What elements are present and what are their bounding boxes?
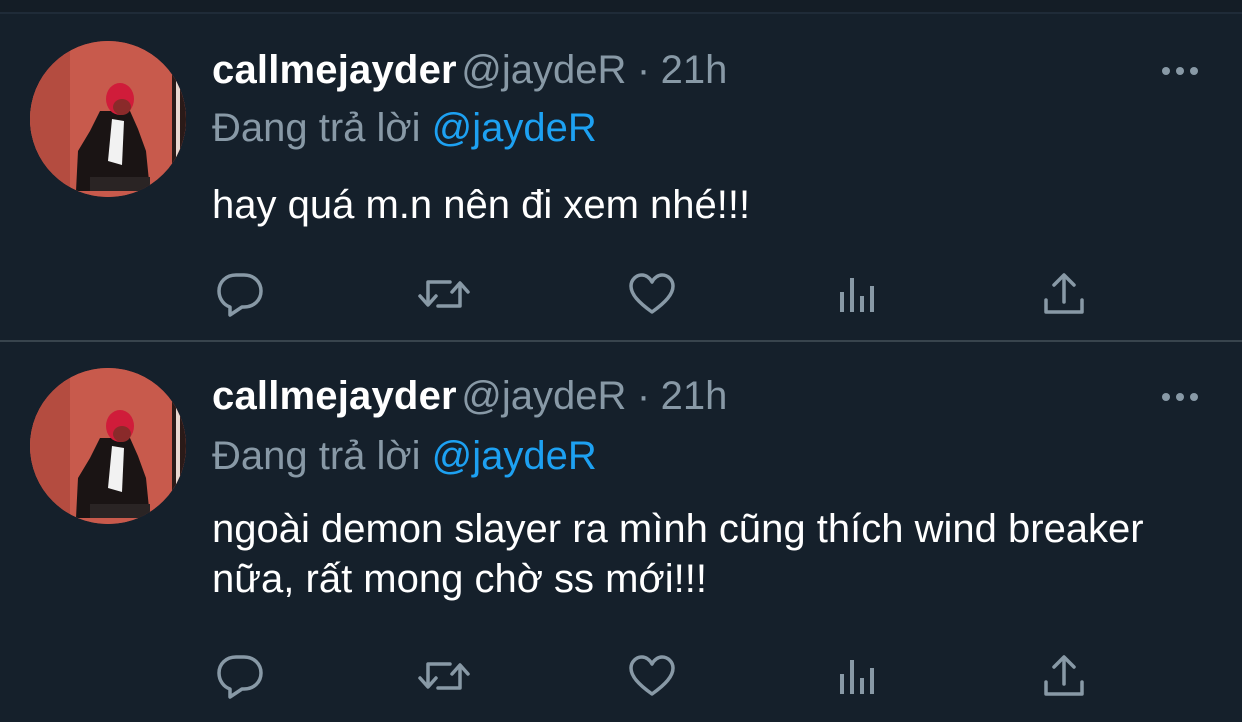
replying-to: Đang trả lời @jaydeR <box>212 434 597 479</box>
tweet[interactable]: callmejayder @jaydeR · 21h Đang trả lời … <box>0 342 1242 722</box>
share-button[interactable] <box>1036 648 1092 704</box>
separator: · <box>636 374 651 418</box>
tweet-header: callmejayder @jaydeR · 21h <box>212 374 727 424</box>
heart-icon <box>628 272 676 316</box>
share-icon <box>1042 272 1086 316</box>
stats-icon <box>836 274 880 314</box>
heart-icon <box>628 654 676 698</box>
tweet-header: callmejayder @jaydeR · 21h <box>212 48 727 98</box>
replying-to-handle[interactable]: @jaydeR <box>432 434 597 478</box>
tweet-actions <box>212 648 1112 704</box>
tweet-text: ngoài demon slayer ra mình cũng thích wi… <box>212 507 1144 601</box>
replying-to-handle[interactable]: @jaydeR <box>432 106 597 150</box>
timestamp[interactable]: 21h <box>661 48 728 92</box>
more-icon <box>1160 392 1200 402</box>
user-handle[interactable]: @jaydeR <box>461 374 626 418</box>
more-button[interactable] <box>1158 382 1202 412</box>
share-button[interactable] <box>1036 266 1092 322</box>
replying-to-label: Đang trả lời <box>212 106 421 150</box>
retweet-icon <box>416 656 472 696</box>
tweet[interactable]: callmejayder @jaydeR · 21h Đang trả lời … <box>0 14 1242 342</box>
more-button[interactable] <box>1158 56 1202 86</box>
timeline-top-edge <box>0 0 1242 14</box>
timestamp[interactable]: 21h <box>661 374 728 418</box>
avatar[interactable] <box>30 41 186 197</box>
more-icon <box>1160 66 1200 76</box>
tweet-text: hay quá m.n nên đi xem nhé!!! <box>212 183 751 227</box>
stats-button[interactable] <box>830 266 886 322</box>
display-name[interactable]: callmejayder <box>212 48 457 92</box>
replying-to: Đang trả lời @jaydeR <box>212 106 597 151</box>
tweet-actions <box>212 266 1112 322</box>
user-handle[interactable]: @jaydeR <box>461 48 626 92</box>
stats-button[interactable] <box>830 648 886 704</box>
retweet-icon <box>416 274 472 314</box>
reply-button[interactable] <box>212 266 268 322</box>
timeline: callmejayder @jaydeR · 21h Đang trả lời … <box>0 0 1242 722</box>
replying-to-label: Đang trả lời <box>212 434 421 478</box>
share-icon <box>1042 654 1086 698</box>
stats-icon <box>836 656 880 696</box>
retweet-button[interactable] <box>416 266 472 322</box>
reply-icon <box>216 653 264 699</box>
reply-button[interactable] <box>212 648 268 704</box>
like-button[interactable] <box>624 648 680 704</box>
retweet-button[interactable] <box>416 648 472 704</box>
display-name[interactable]: callmejayder <box>212 374 457 418</box>
separator: · <box>636 48 651 92</box>
avatar[interactable] <box>30 368 186 524</box>
like-button[interactable] <box>624 266 680 322</box>
reply-icon <box>216 271 264 317</box>
